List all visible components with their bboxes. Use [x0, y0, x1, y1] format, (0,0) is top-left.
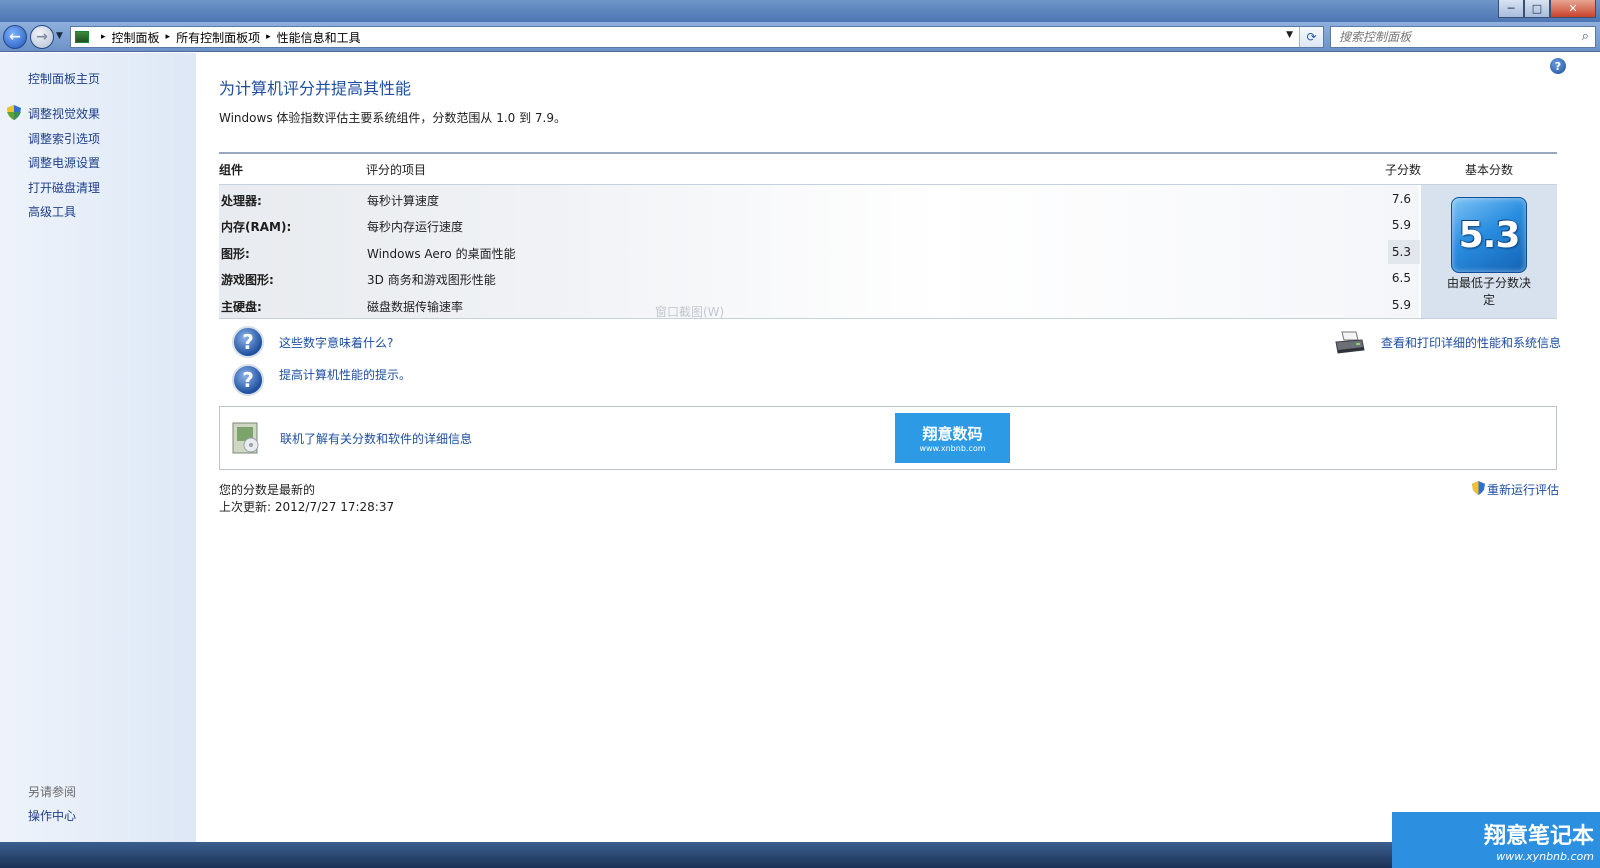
performance-tips-link[interactable]: 提高计算机性能的提示。 — [279, 366, 411, 383]
shield-icon — [1472, 481, 1485, 495]
subscore-value: 6.5 — [1391, 271, 1411, 285]
watermark-text: 翔意数码 — [922, 425, 983, 443]
rated-item: Windows Aero 的桌面性能 — [367, 247, 516, 261]
control-panel-icon — [75, 31, 89, 43]
table-divider — [219, 318, 1557, 319]
corner-watermark-text: 翔意笔记本 — [1483, 823, 1594, 849]
help-icon[interactable]: ? — [1550, 58, 1566, 74]
forward-button[interactable]: → — [30, 25, 54, 49]
address-dropdown-icon[interactable]: ▼ — [1286, 30, 1293, 40]
corner-watermark-url: www.xynbnb.com — [1496, 849, 1594, 863]
sidebar-home-link[interactable]: 控制面板主页 — [28, 70, 100, 87]
page-subtitle: Windows 体验指数评估主要系统组件，分数范围从 1.0 到 7.9。 — [219, 111, 566, 125]
recent-pages-dropdown[interactable]: ▼ — [56, 31, 63, 41]
see-also-action-center[interactable]: 操作中心 — [28, 807, 76, 824]
breadcrumb-separator[interactable]: ▸ — [266, 32, 271, 42]
caption-buttons: ─ □ ✕ — [1498, 0, 1596, 18]
search-icon[interactable]: ⌕ — [1582, 29, 1589, 44]
maximize-button[interactable]: □ — [1524, 0, 1550, 18]
base-score-note: 由最低子分数决定 — [1446, 276, 1531, 307]
question-icon: ? — [232, 364, 264, 396]
print-details-link[interactable]: 查看和打印详细的性能和系统信息 — [1381, 334, 1561, 351]
subscore-value: 5.9 — [1391, 298, 1411, 312]
component-label: 内存(RAM): — [221, 220, 292, 234]
online-details-link[interactable]: 联机了解有关分数和软件的详细信息 — [280, 430, 472, 447]
table-row: 主硬盘: 磁盘数据传输速率 5.9 — [219, 293, 1419, 319]
header-subscore: 子分数 — [1385, 163, 1422, 177]
corner-watermark: 翔意笔记本 www.xynbnb.com — [1392, 812, 1600, 868]
table-divider — [219, 152, 1557, 154]
breadcrumb-all-items[interactable]: 所有控制面板项 — [176, 29, 260, 46]
taskbar — [0, 842, 1600, 868]
navigation-bar: ← → ▼ ▸ 控制面板 ▸ 所有控制面板项 ▸ 性能信息和工具 ▼ ⟳ ⌕ — [0, 22, 1600, 52]
what-numbers-mean-link[interactable]: 这些数字意味着什么? — [279, 334, 393, 351]
component-label: 处理器: — [221, 194, 262, 208]
breadcrumb-control-panel[interactable]: 控制面板 — [112, 29, 160, 46]
breadcrumb-separator[interactable]: ▸ — [166, 32, 171, 42]
rated-item: 磁盘数据传输速率 — [367, 300, 464, 314]
close-button[interactable]: ✕ — [1550, 0, 1596, 18]
rated-item: 每秒计算速度 — [367, 194, 440, 208]
minimize-button[interactable]: ─ — [1498, 0, 1524, 18]
subscore-value: 5.9 — [1391, 218, 1411, 232]
printer-icon — [1335, 331, 1365, 354]
title-bar: ─ □ ✕ — [0, 0, 1600, 22]
sidebar: 控制面板主页 调整视觉效果 调整索引选项 调整电源设置 打开磁盘清理 高级工具 … — [0, 53, 196, 842]
table-row: 内存(RAM): 每秒内存运行速度 5.9 — [219, 213, 1419, 239]
rated-item: 每秒内存运行速度 — [367, 220, 464, 234]
table-row: 处理器: 每秒计算速度 7.6 — [219, 187, 1419, 213]
rerun-assessment-link[interactable]: 重新运行评估 — [1487, 481, 1559, 498]
sidebar-item-advanced-tools[interactable]: 高级工具 — [28, 203, 76, 220]
header-component: 组件 — [219, 163, 244, 177]
score-status: 您的分数是最新的 — [219, 483, 316, 497]
base-score-value: 5.3 — [1458, 214, 1521, 256]
header-rated-item: 评分的项目 — [366, 163, 427, 177]
breadcrumb-performance[interactable]: 性能信息和工具 — [277, 29, 361, 46]
shield-icon — [7, 105, 21, 120]
software-package-icon — [232, 422, 259, 454]
page-title: 为计算机评分并提高其性能 — [219, 79, 412, 98]
breadcrumb-separator[interactable]: ▸ — [101, 32, 106, 42]
search-box[interactable]: ⌕ — [1330, 26, 1596, 48]
sidebar-item-power[interactable]: 调整电源设置 — [28, 154, 100, 171]
address-bar[interactable]: ▸ 控制面板 ▸ 所有控制面板项 ▸ 性能信息和工具 ▼ ⟳ — [70, 26, 1324, 48]
rated-item: 3D 商务和游戏图形性能 — [367, 273, 496, 287]
component-label: 图形: — [221, 247, 250, 261]
table-row: 图形: Windows Aero 的桌面性能 5.3 — [219, 240, 1419, 266]
refresh-button[interactable]: ⟳ — [1299, 27, 1323, 47]
base-score-badge: 5.3 — [1451, 197, 1527, 273]
sidebar-item-indexing[interactable]: 调整索引选项 — [28, 130, 100, 147]
header-basescore: 基本分数 — [1465, 163, 1514, 177]
search-input[interactable] — [1339, 30, 1559, 44]
question-icon: ? — [232, 326, 264, 358]
back-button[interactable]: ← — [3, 25, 27, 49]
sidebar-item-visual-effects[interactable]: 调整视觉效果 — [28, 105, 100, 122]
sidebar-item-disk-cleanup[interactable]: 打开磁盘清理 — [28, 179, 100, 196]
subscore-value: 7.6 — [1391, 192, 1411, 206]
watermark-url: www.xnbnb.com — [919, 444, 986, 453]
watermark-logo: 翔意数码 www.xnbnb.com — [895, 413, 1010, 463]
component-label: 主硬盘: — [221, 300, 262, 314]
last-updated: 上次更新: 2012/7/27 17:28:37 — [219, 500, 395, 514]
component-label: 游戏图形: — [221, 273, 274, 287]
subscore-value: 5.3 — [1391, 245, 1411, 259]
table-row: 游戏图形: 3D 商务和游戏图形性能 6.5 — [219, 266, 1419, 292]
see-also-heading: 另请参阅 — [28, 785, 77, 799]
